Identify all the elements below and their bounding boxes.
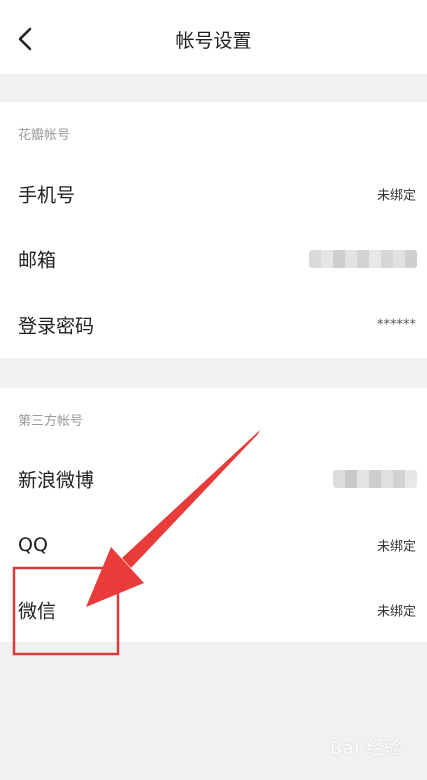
row-weibo[interactable]: 新浪微博 [0,449,427,509]
third-party-account-section: 第三方帐号 新浪微博 QQ 未绑定 微信 未绑定 [0,388,427,642]
section-header-third-party: 第三方帐号 [18,414,84,429]
redacted-email-blur [309,250,417,268]
row-label-email: 邮箱 [18,249,57,272]
huaban-account-section: 花瓣帐号 手机号 未绑定 邮箱 登录密码 ****** [0,102,427,358]
page-title: 帐号设置 [175,30,252,52]
row-label-wechat: 微信 [18,600,57,623]
row-value-phone: 未绑定 [376,188,416,204]
section-header-huaban: 花瓣帐号 [18,128,71,143]
row-value-qq: 未绑定 [376,539,416,555]
top-nav-bar: 帐号设置 [0,0,427,74]
row-value-wechat: 未绑定 [376,604,416,620]
row-label-password: 登录密码 [18,315,95,338]
baidu-jingyan-watermark: Bai 经验 [329,738,403,759]
row-qq[interactable]: QQ 未绑定 [0,515,427,575]
redacted-weibo-blur [333,470,417,488]
row-value-password: ****** [377,317,416,333]
row-email[interactable]: 邮箱 [0,229,427,289]
row-wechat[interactable]: 微信 未绑定 [0,580,427,640]
row-label-weibo: 新浪微博 [18,469,95,492]
row-phone[interactable]: 手机号 未绑定 [0,164,427,224]
row-password[interactable]: 登录密码 ****** [0,295,427,355]
row-label-qq: QQ [18,534,48,556]
row-label-phone: 手机号 [18,184,76,207]
